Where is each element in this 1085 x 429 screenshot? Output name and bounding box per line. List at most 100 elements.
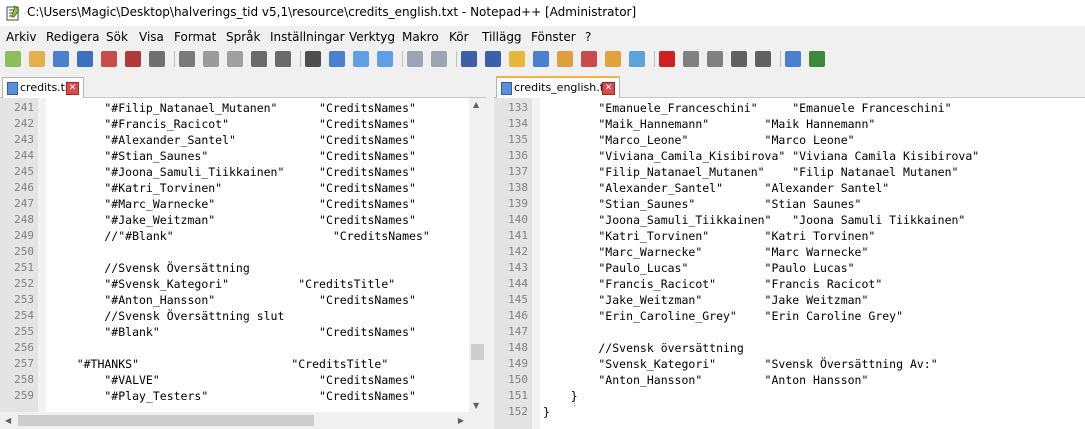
menu-makro[interactable]: Makro (402, 30, 439, 44)
line-number: 250 (14, 245, 34, 258)
sync-horizontal-icon[interactable] (431, 51, 447, 67)
line-text: "#Svensk_Kategori" "CreditsTitle" (49, 277, 396, 291)
function-list-icon[interactable] (581, 51, 597, 67)
word-wrap-icon[interactable] (461, 51, 477, 67)
code-line: 137 "Filip_Natanael_Mutanen" "Filip Nata… (494, 164, 1085, 180)
record-macro-icon[interactable] (659, 51, 675, 67)
code-line: 258 "#VALVE" "CreditsNames" (0, 372, 486, 388)
horizontal-scrollbar[interactable]: ◀ ▶ (0, 412, 486, 429)
scroll-left-icon[interactable]: ◀ (5, 416, 11, 425)
code-line: 150 "Anton_Hansson" "Anton Hansson" (494, 372, 1085, 388)
scroll-right-icon[interactable]: ▶ (458, 416, 464, 425)
code-line: 257 "#THANKS" "CreditsTitle" (0, 356, 486, 372)
line-text: "Jake_Weitzman" "Jake Weitzman" (543, 293, 869, 307)
save-icon[interactable] (53, 51, 69, 67)
pane-splitter[interactable] (486, 75, 494, 429)
menu-sprak[interactable]: Språk (226, 30, 260, 44)
replace-icon[interactable] (329, 51, 345, 67)
menu-arkiv[interactable]: Arkiv (6, 30, 37, 44)
left-editor[interactable]: ▲ ▼ ◀ ▶ 241 "#Filip_Natanael_Mutanen" "C… (0, 98, 486, 429)
toolbar-separator (456, 51, 457, 67)
code-line: 256 (0, 340, 486, 356)
menu-verktyg[interactable]: Verktyg (349, 30, 395, 44)
run-macro-multiple-icon[interactable] (731, 51, 747, 67)
find-icon[interactable] (305, 51, 321, 67)
close-tab-icon[interactable]: ✕ (602, 82, 615, 95)
tab-credits[interactable]: credits.txt ✕ (2, 77, 84, 98)
paste-icon[interactable] (227, 51, 243, 67)
line-number: 148 (508, 341, 528, 354)
close-all-icon[interactable] (125, 51, 141, 67)
code-line: 246 "#Katri_Torvinen" "CreditsNames" (0, 180, 486, 196)
code-line: 151 } (494, 388, 1085, 404)
code-line: 245 "#Joona_Samuli_Tiikkainen" "CreditsN… (0, 164, 486, 180)
line-number: 136 (508, 149, 528, 162)
close-tab-icon[interactable]: ✕ (66, 82, 79, 95)
copy-icon[interactable] (203, 51, 219, 67)
line-number: 145 (508, 293, 528, 306)
menu-help[interactable]: ? (585, 30, 591, 44)
line-number: 149 (508, 357, 528, 370)
new-file-icon[interactable] (5, 51, 21, 67)
stop-macro-icon[interactable] (683, 51, 699, 67)
folder-workspace-icon[interactable] (605, 51, 621, 67)
code-line: 140 "Joona_Samuli_Tiikkainen" "Joona Sam… (494, 212, 1085, 228)
undo-icon[interactable] (251, 51, 267, 67)
sync-vertical-icon[interactable] (407, 51, 423, 67)
show-preview-icon[interactable] (785, 51, 801, 67)
print-icon[interactable] (149, 51, 165, 67)
menu-redigera[interactable]: Redigera (46, 30, 99, 44)
play-macro-icon[interactable] (707, 51, 723, 67)
save-all-icon[interactable] (77, 51, 93, 67)
zoom-out-icon[interactable] (377, 51, 393, 67)
line-text: "Francis_Racicot" "Francis Racicot" (543, 277, 883, 291)
close-icon[interactable] (101, 51, 117, 67)
code-line: 146 "Erin_Caroline_Grey" "Erin Caroline … (494, 308, 1085, 324)
line-text: //"#Blank" "CreditsNames" (49, 229, 430, 243)
line-text: "Anton_Hansson" "Anton Hansson" (543, 373, 869, 387)
line-number: 138 (508, 181, 528, 194)
menu-fonster[interactable]: Fönster (531, 30, 576, 44)
menu-kor[interactable]: Kör (449, 30, 469, 44)
menu-format[interactable]: Format (174, 30, 216, 44)
code-line: 138 "Alexander_Santel" "Alexander Santel… (494, 180, 1085, 196)
scrollbar-thumb[interactable] (18, 415, 314, 426)
line-text: "Katri_Torvinen" "Katri Torvinen" (543, 229, 876, 243)
menu-visa[interactable]: Visa (139, 30, 164, 44)
code-line: 253 "#Anton_Hansson" "CreditsNames" (0, 292, 486, 308)
line-text: "Stian_Saunes" "Stian Saunes" (543, 197, 862, 211)
user-defined-lang-icon[interactable] (533, 51, 549, 67)
cut-icon[interactable] (179, 51, 195, 67)
zoom-in-icon[interactable] (353, 51, 369, 67)
line-number: 253 (14, 293, 34, 306)
line-text: "#Francis_Racicot" "CreditsNames" (49, 117, 416, 131)
save-macro-icon[interactable] (755, 51, 771, 67)
redo-icon[interactable] (275, 51, 291, 67)
code-line: 147 (494, 324, 1085, 340)
toolbar-separator (780, 51, 781, 67)
code-line: 136 "Viviana_Camila_Kisibirova" "Viviana… (494, 148, 1085, 164)
code-line: 247 "#Marc_Warnecke" "CreditsNames" (0, 196, 486, 212)
indent-guide-icon[interactable] (509, 51, 525, 67)
line-number: 248 (14, 213, 34, 226)
line-number: 254 (14, 309, 34, 322)
toolbar (0, 48, 1085, 70)
monitoring-icon[interactable] (629, 51, 645, 67)
line-text: "Joona_Samuli_Tiikkainen" "Joona Samuli … (543, 213, 966, 227)
show-all-chars-icon[interactable] (485, 51, 501, 67)
menu-sok[interactable]: Sök (106, 30, 128, 44)
open-file-icon[interactable] (29, 51, 45, 67)
menu-tillagg[interactable]: Tillägg (482, 30, 522, 44)
right-editor[interactable]: 133 "Emanuele_Franceschini" "Emanuele Fr… (494, 98, 1085, 429)
line-text: "#THANKS" "CreditsTitle" (49, 357, 389, 371)
code-line: 134 "Maik_Hannemann" "Maik Hannemann" (494, 116, 1085, 132)
menu-installningar[interactable]: Inställningar (270, 30, 345, 44)
doc-map-icon[interactable] (557, 51, 573, 67)
tab-credits-english[interactable]: credits_english.txt ✕ (496, 76, 620, 98)
code-line: 250 (0, 244, 486, 260)
spell-check-icon[interactable] (809, 51, 825, 67)
line-text: "#Anton_Hansson" "CreditsNames" (49, 293, 416, 307)
code-line: 242 "#Francis_Racicot" "CreditsNames" (0, 116, 486, 132)
left-tab-strip: credits.txt ✕ (0, 75, 486, 98)
line-text: "Erin_Caroline_Grey" "Erin Caroline Grey… (543, 309, 904, 323)
